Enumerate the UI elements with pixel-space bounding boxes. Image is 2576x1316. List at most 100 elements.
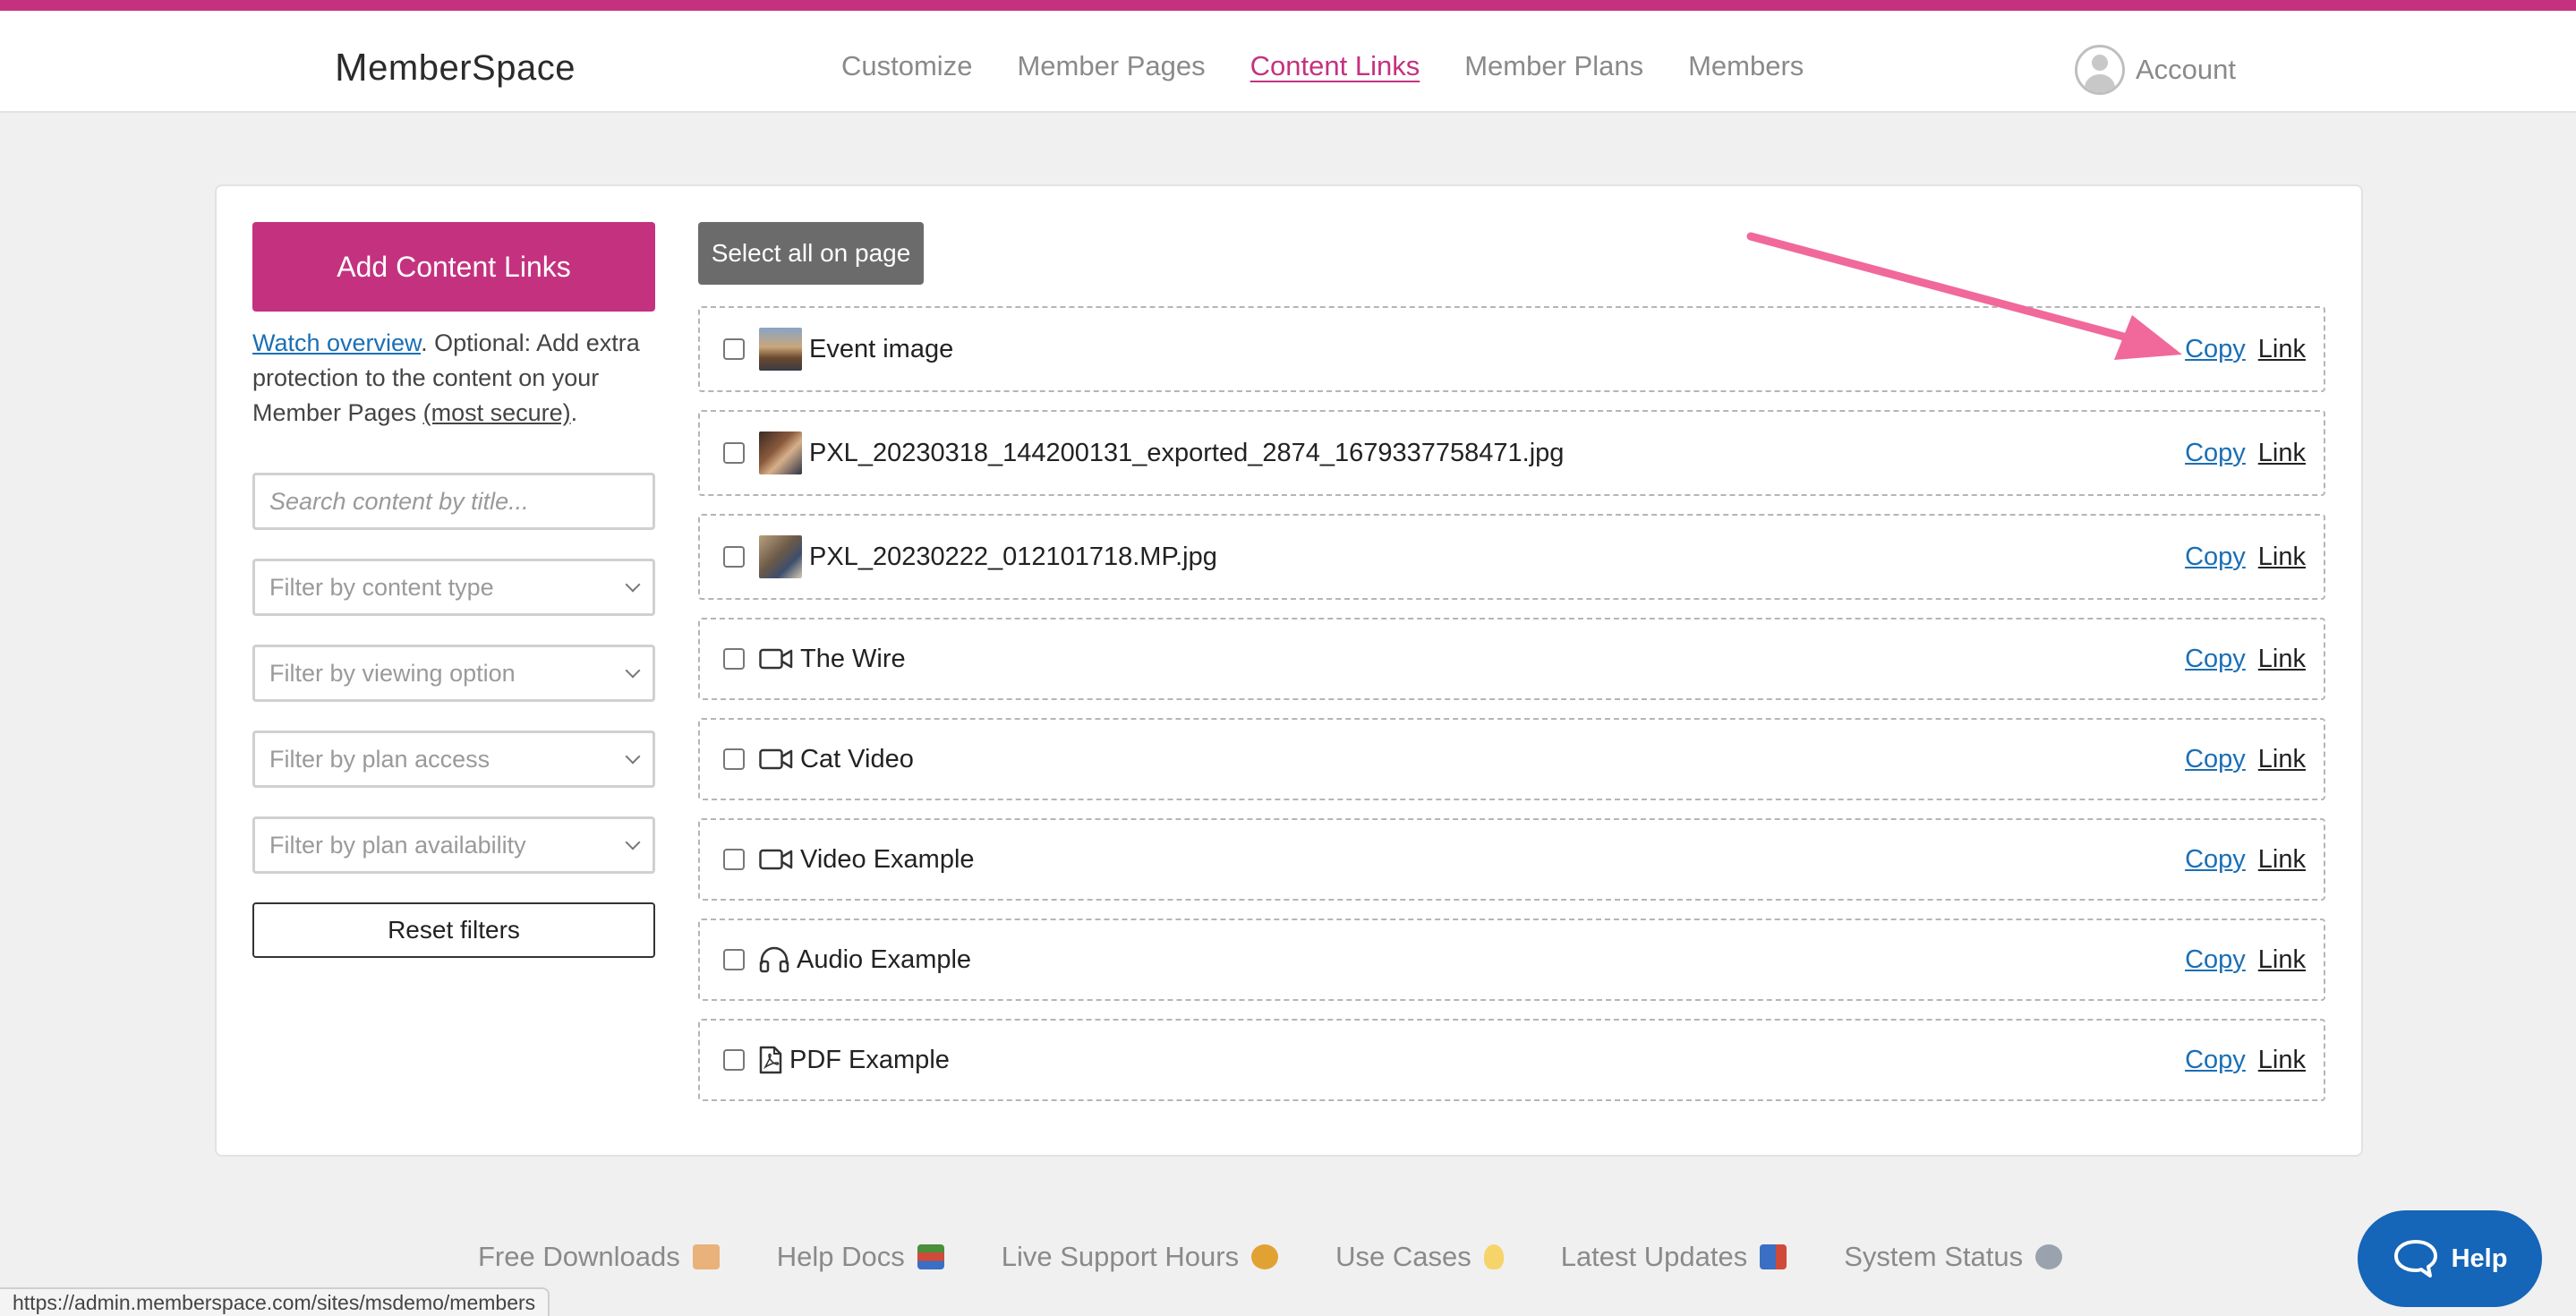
app-header: MemberSpace Customize Member Pages Conte…: [0, 11, 2576, 113]
logo-text: emberSpace: [368, 47, 576, 88]
support-person-icon: [1251, 1244, 1279, 1269]
books-icon: [917, 1244, 944, 1269]
content-row: Audio Example Copy Link: [698, 919, 2325, 1001]
browser-status-url: https://admin.memberspace.com/sites/msde…: [0, 1287, 550, 1316]
footer-use-cases[interactable]: Use Cases: [1335, 1241, 1504, 1273]
copy-link[interactable]: Copy: [2185, 945, 2246, 975]
footer-live-support-hours[interactable]: Live Support Hours: [1002, 1241, 1279, 1273]
filter-content-type[interactable]: Filter by content type: [252, 559, 655, 616]
copy-link[interactable]: Copy: [2185, 543, 2246, 572]
row-title: PXL_20230222_012101718.MP.jpg: [809, 542, 1217, 571]
row-title: The Wire: [800, 644, 906, 673]
content-row: Cat Video Copy Link: [698, 718, 2325, 800]
filter-viewing-option[interactable]: Filter by viewing option: [252, 645, 655, 702]
help-text-end: .: [570, 399, 578, 426]
help-button[interactable]: Help: [2358, 1210, 2542, 1307]
row-checkbox[interactable]: [723, 748, 745, 770]
filter-plan-availability[interactable]: Filter by plan availability: [252, 816, 655, 874]
content-row: PXL_20230222_012101718.MP.jpg Copy Link: [698, 514, 2325, 600]
row-checkbox[interactable]: [723, 949, 745, 970]
row-actions: Copy Link: [2185, 543, 2306, 572]
select-all-button[interactable]: Select all on page: [698, 222, 924, 285]
row-checkbox[interactable]: [723, 849, 745, 870]
gift-box-icon: [692, 1244, 720, 1269]
nav-customize[interactable]: Customize: [841, 50, 972, 82]
open-link[interactable]: Link: [2258, 543, 2306, 572]
copy-link[interactable]: Copy: [2185, 439, 2246, 468]
filter-label: Filter by viewing option: [269, 659, 516, 687]
footer-latest-updates[interactable]: Latest Updates: [1561, 1241, 1787, 1273]
row-checkbox[interactable]: [723, 442, 745, 464]
footer-link-label: Latest Updates: [1560, 1241, 1748, 1272]
help-label: Help: [2451, 1243, 2508, 1273]
watch-overview-link[interactable]: Watch overview: [252, 329, 421, 356]
chevron-down-icon: [625, 748, 641, 765]
open-link[interactable]: Link: [2258, 439, 2306, 468]
row-actions: Copy Link: [2185, 845, 2306, 875]
lightbulb-icon: [1483, 1244, 1504, 1269]
footer-link-label: System Status: [1844, 1241, 2024, 1272]
row-title: Video Example: [800, 844, 975, 874]
content-row: PXL_20230318_144200131_exported_2874_167…: [698, 410, 2325, 496]
most-secure-link[interactable]: (most secure): [423, 399, 571, 426]
video-icon: [759, 848, 793, 871]
content-row: The Wire Copy Link: [698, 618, 2325, 700]
row-checkbox[interactable]: [723, 1049, 745, 1071]
avatar-icon: [2075, 45, 2125, 95]
nav-member-pages[interactable]: Member Pages: [1017, 50, 1205, 82]
row-title: PDF Example: [789, 1045, 950, 1074]
row-title: Event image: [809, 334, 954, 363]
copy-link[interactable]: Copy: [2185, 1046, 2246, 1075]
row-actions: Copy Link: [2185, 1046, 2306, 1075]
headphones-icon: [759, 946, 789, 973]
open-link[interactable]: Link: [2258, 645, 2306, 674]
row-title: Audio Example: [797, 944, 972, 974]
row-actions: Copy Link: [2185, 945, 2306, 975]
account-menu[interactable]: Account: [2075, 45, 2236, 95]
row-actions: Copy Link: [2185, 439, 2306, 468]
open-link[interactable]: Link: [2258, 845, 2306, 875]
image-thumbnail: [759, 328, 802, 371]
add-content-links-button[interactable]: Add Content Links: [252, 222, 655, 312]
chat-bubble-icon: [2393, 1240, 2437, 1278]
copy-link[interactable]: Copy: [2185, 745, 2246, 774]
row-actions: Copy Link: [2185, 745, 2306, 774]
filter-plan-access[interactable]: Filter by plan access: [252, 731, 655, 788]
filter-label: Filter by plan access: [269, 745, 490, 773]
video-icon: [759, 748, 793, 771]
footer-system-status[interactable]: System Status: [1844, 1241, 2063, 1273]
row-actions: Copy Link: [2185, 645, 2306, 674]
nav-content-links[interactable]: Content Links: [1250, 50, 1420, 82]
video-icon: [759, 647, 793, 671]
footer-help-docs[interactable]: Help Docs: [777, 1241, 944, 1273]
footer-link-label: Help Docs: [776, 1241, 905, 1272]
open-link[interactable]: Link: [2258, 745, 2306, 774]
footer-free-downloads[interactable]: Free Downloads: [478, 1241, 720, 1273]
logo-initial: M: [335, 46, 369, 90]
copy-link[interactable]: Copy: [2185, 845, 2246, 875]
main-nav: Customize Member Pages Content Links Mem…: [841, 50, 1804, 82]
account-label: Account: [2136, 54, 2237, 85]
row-checkbox[interactable]: [723, 338, 745, 360]
reset-filters-button[interactable]: Reset filters: [252, 902, 655, 958]
chevron-down-icon: [625, 834, 641, 850]
filter-label: Filter by plan availability: [269, 831, 526, 859]
nav-members[interactable]: Members: [1688, 50, 1804, 82]
chevron-down-icon: [625, 577, 641, 593]
row-checkbox[interactable]: [723, 648, 745, 670]
filter-label: Filter by content type: [269, 573, 494, 601]
open-link[interactable]: Link: [2258, 1046, 2306, 1075]
top-accent-bar: [0, 0, 2576, 11]
open-link[interactable]: Link: [2258, 335, 2306, 364]
pointer-arrow-annotation: [1746, 232, 2182, 360]
pdf-icon: [759, 1046, 782, 1074]
memberspace-logo[interactable]: MemberSpace: [335, 41, 576, 95]
open-link[interactable]: Link: [2258, 945, 2306, 975]
image-thumbnail: [759, 535, 802, 578]
content-row: PDF Example Copy Link: [698, 1019, 2325, 1101]
row-checkbox[interactable]: [723, 546, 745, 568]
search-input[interactable]: [252, 473, 655, 530]
nav-member-plans[interactable]: Member Plans: [1464, 50, 1643, 82]
copy-link[interactable]: Copy: [2185, 645, 2246, 674]
satellite-icon: [2035, 1244, 2063, 1269]
